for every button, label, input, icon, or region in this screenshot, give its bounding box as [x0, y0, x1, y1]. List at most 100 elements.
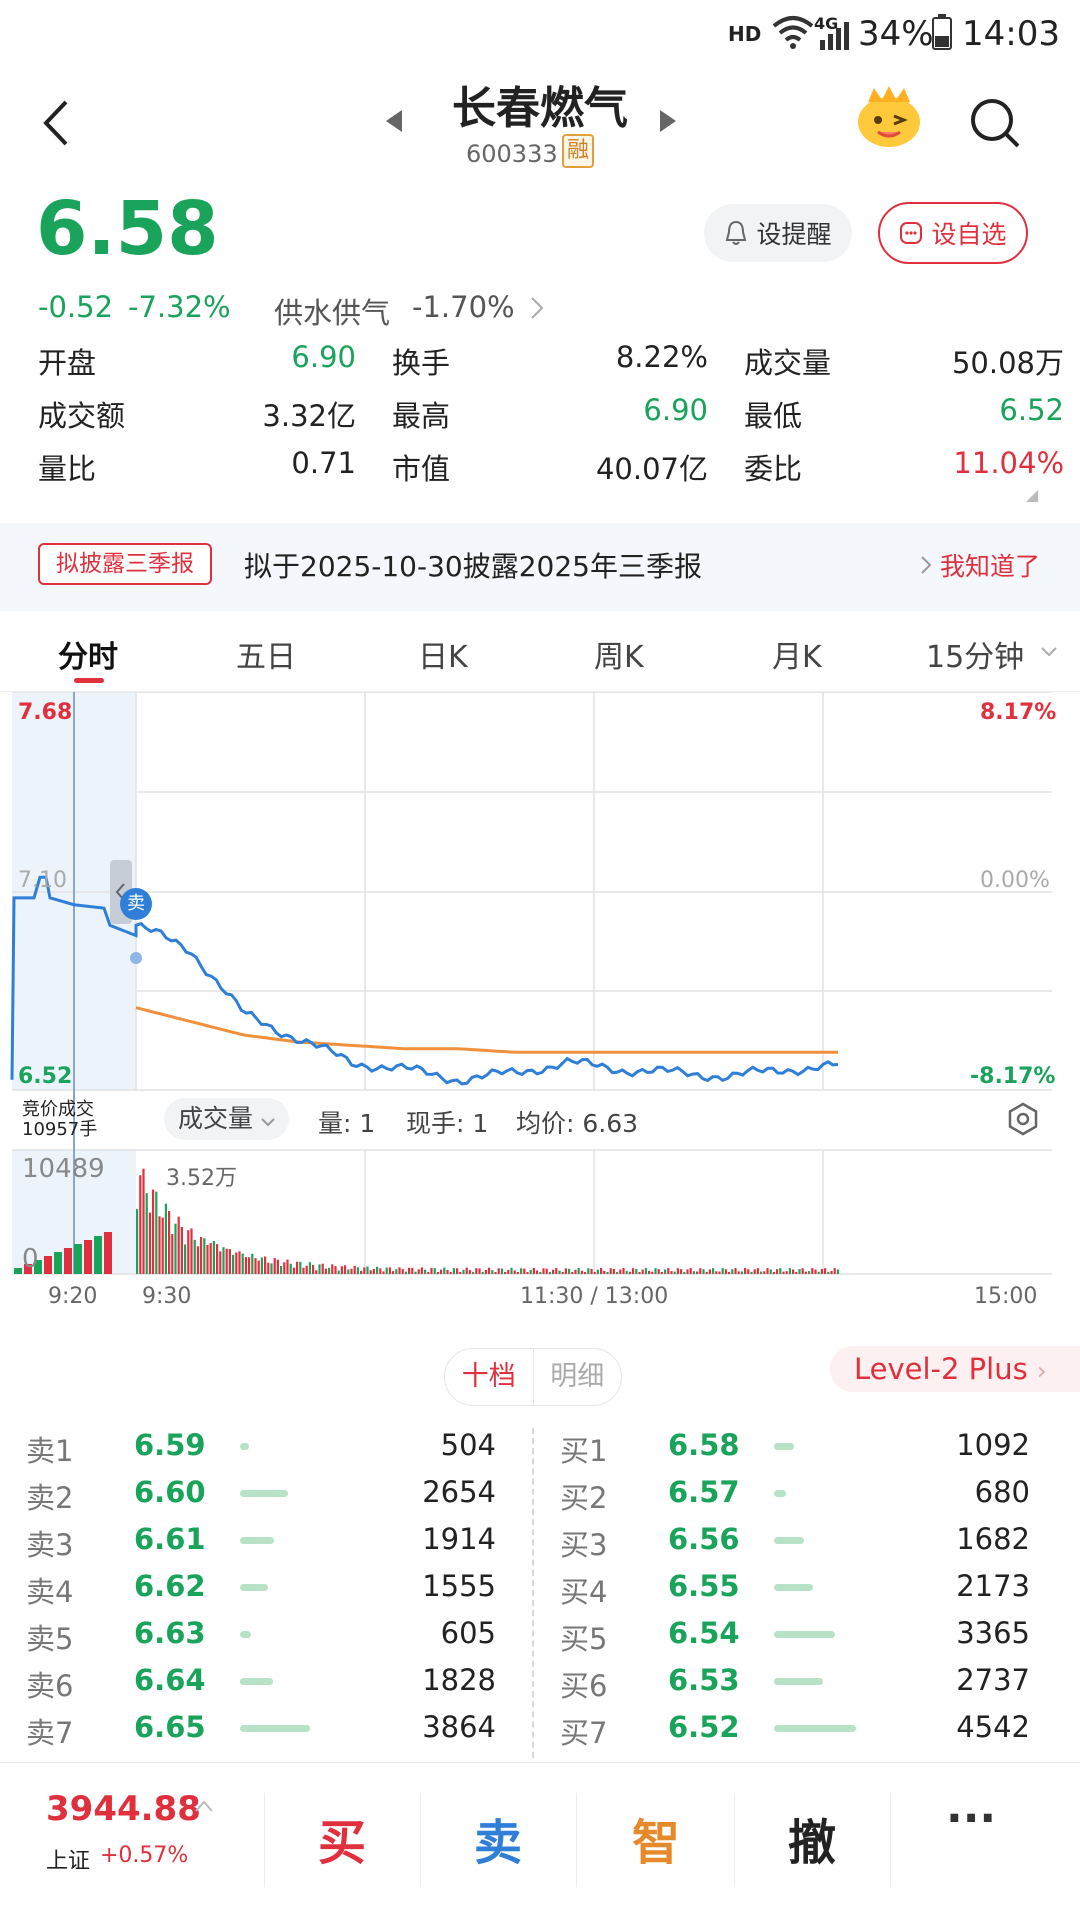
mascot-icon[interactable] — [854, 86, 924, 150]
volume-bar — [251, 1253, 254, 1274]
volume-bar — [520, 1268, 523, 1274]
tab-weekly-k[interactable]: 周K — [594, 632, 644, 676]
chevron-down-icon[interactable] — [1040, 646, 1058, 658]
buy-level-row[interactable]: 买5 6.54 3365 — [560, 1616, 1040, 1663]
sell-level-row[interactable]: 卖4 6.62 1555 — [26, 1569, 506, 1616]
back-icon[interactable] — [38, 98, 74, 148]
volume-bar — [270, 1263, 273, 1274]
volume-bar — [648, 1271, 651, 1274]
buy-level-label: 买4 — [560, 1575, 608, 1609]
buy-level-row[interactable]: 买7 6.52 4542 — [560, 1710, 1040, 1757]
tab-monthly-k[interactable]: 月K — [772, 632, 822, 676]
intraday-chart[interactable]: 7.68 7.10 6.52 8.17% 0.00% -8.17% 卖 竞价成交… — [0, 691, 1080, 1332]
chevron-right-icon[interactable] — [530, 296, 544, 320]
buy-level-price: 6.54 — [668, 1616, 740, 1650]
volume-bar — [382, 1271, 385, 1274]
vol-left-max: 10489 — [22, 1154, 105, 1184]
volume-bar — [366, 1266, 369, 1274]
stat-high-value: 6.90 — [643, 393, 708, 427]
expand-corner-icon[interactable] — [1026, 490, 1038, 502]
buy-level-label: 买5 — [560, 1622, 608, 1656]
sell-level-row[interactable]: 卖7 6.65 3864 — [26, 1710, 506, 1757]
volume-bar — [606, 1271, 609, 1274]
x-label-midday: 11:30 / 13:00 — [520, 1284, 669, 1309]
tab-five-day[interactable]: 五日 — [236, 632, 296, 676]
volume-bar — [532, 1267, 535, 1274]
buy-level-row[interactable]: 买6 6.53 2737 — [560, 1663, 1040, 1710]
tab-daily-k[interactable]: 日K — [418, 632, 468, 676]
volume-bar — [603, 1270, 606, 1274]
volume-bars — [14, 1168, 839, 1274]
cancel-order-button[interactable]: 撤 — [788, 1803, 836, 1873]
y-top-label: 7.68 — [18, 700, 73, 725]
next-stock-icon[interactable] — [658, 108, 678, 134]
smart-trade-button[interactable]: 智 — [632, 1803, 680, 1873]
orderbook-tabs: 十档 明细 — [444, 1348, 622, 1406]
sell-level-price: 6.64 — [134, 1663, 206, 1697]
volume-bar — [54, 1252, 62, 1274]
prev-stock-icon[interactable] — [384, 108, 404, 134]
stat-volume-label: 成交量 — [744, 346, 832, 380]
sell-level-row[interactable]: 卖5 6.63 605 — [26, 1616, 506, 1663]
volume-bar — [190, 1228, 193, 1274]
tab-details[interactable]: 明细 — [534, 1349, 622, 1405]
sell-level-row[interactable]: 卖1 6.59 504 — [26, 1428, 506, 1475]
volume-bar — [769, 1269, 772, 1274]
buy-level-row[interactable]: 买2 6.57 680 — [560, 1475, 1040, 1522]
index-value[interactable]: 3944.88 — [46, 1789, 201, 1829]
tab-15min[interactable]: 15分钟 — [926, 632, 1024, 676]
volume-bar — [702, 1269, 705, 1274]
sell-marker[interactable]: 卖 — [120, 888, 152, 920]
volume-bar — [344, 1265, 347, 1274]
set-alert-button[interactable]: 设提醒 — [704, 204, 852, 262]
volume-bar — [472, 1272, 475, 1274]
volume-selector[interactable]: 成交量 — [164, 1098, 289, 1140]
stat-low-value: 6.52 — [999, 393, 1064, 427]
tab-ten-levels[interactable]: 十档 — [445, 1349, 533, 1405]
sell-level-row[interactable]: 卖2 6.60 2654 — [26, 1475, 506, 1522]
vol-left-zero: 0 — [22, 1244, 39, 1274]
settings-hex-icon[interactable] — [1006, 1102, 1040, 1136]
add-watchlist-button[interactable]: 设自选 — [878, 202, 1028, 264]
volume-bar — [568, 1268, 571, 1274]
sell-level-row[interactable]: 卖6 6.64 1828 — [26, 1663, 506, 1710]
volume-bar — [584, 1272, 587, 1274]
volume-bar — [158, 1216, 161, 1274]
sell-level-row[interactable]: 卖3 6.61 1914 — [26, 1522, 506, 1569]
volume-bar — [196, 1246, 199, 1274]
volume-bar — [94, 1236, 102, 1274]
volume-bar — [753, 1269, 756, 1274]
price-change-pct: -7.32% — [128, 290, 231, 324]
level2-plus-button[interactable]: Level-2 Plus › — [830, 1346, 1080, 1392]
buy-button[interactable]: 买 — [318, 1803, 366, 1873]
stat-volratio-label: 量比 — [38, 452, 97, 486]
sector-name[interactable]: 供水供气 — [274, 290, 390, 332]
volume-bar — [228, 1249, 231, 1274]
volume-bar — [456, 1268, 459, 1274]
buy-level-row[interactable]: 买3 6.56 1682 — [560, 1522, 1040, 1569]
tab-intraday[interactable]: 分时 — [58, 632, 118, 676]
volume-bar — [184, 1244, 187, 1274]
chevron-up-icon[interactable] — [194, 1799, 214, 1813]
volume-bar — [331, 1264, 334, 1274]
buy-level-row[interactable]: 买4 6.55 2173 — [560, 1569, 1040, 1616]
sell-level-price: 6.59 — [134, 1428, 206, 1462]
buy-volume-bar — [774, 1537, 805, 1544]
volume-bar — [635, 1269, 638, 1274]
stat-open-label: 开盘 — [38, 346, 97, 380]
volume-bar — [244, 1257, 247, 1274]
search-icon[interactable] — [968, 96, 1022, 150]
dismiss-banner-button[interactable]: 我知道了 — [940, 547, 1040, 583]
volume-bar — [680, 1269, 683, 1274]
volume-bar — [808, 1271, 811, 1274]
more-button[interactable]: ··· — [946, 1793, 996, 1844]
buy-level-row[interactable]: 买1 6.58 1092 — [560, 1428, 1040, 1475]
volume-bar — [763, 1271, 766, 1274]
volume-bar — [670, 1271, 673, 1274]
set-alert-label: 设提醒 — [756, 220, 832, 249]
volume-bar — [74, 1244, 82, 1274]
volume-bar — [526, 1272, 529, 1274]
sector-change[interactable]: -1.70% — [412, 290, 515, 324]
sell-button[interactable]: 卖 — [474, 1803, 522, 1873]
stat-amount-label: 成交额 — [38, 399, 126, 433]
